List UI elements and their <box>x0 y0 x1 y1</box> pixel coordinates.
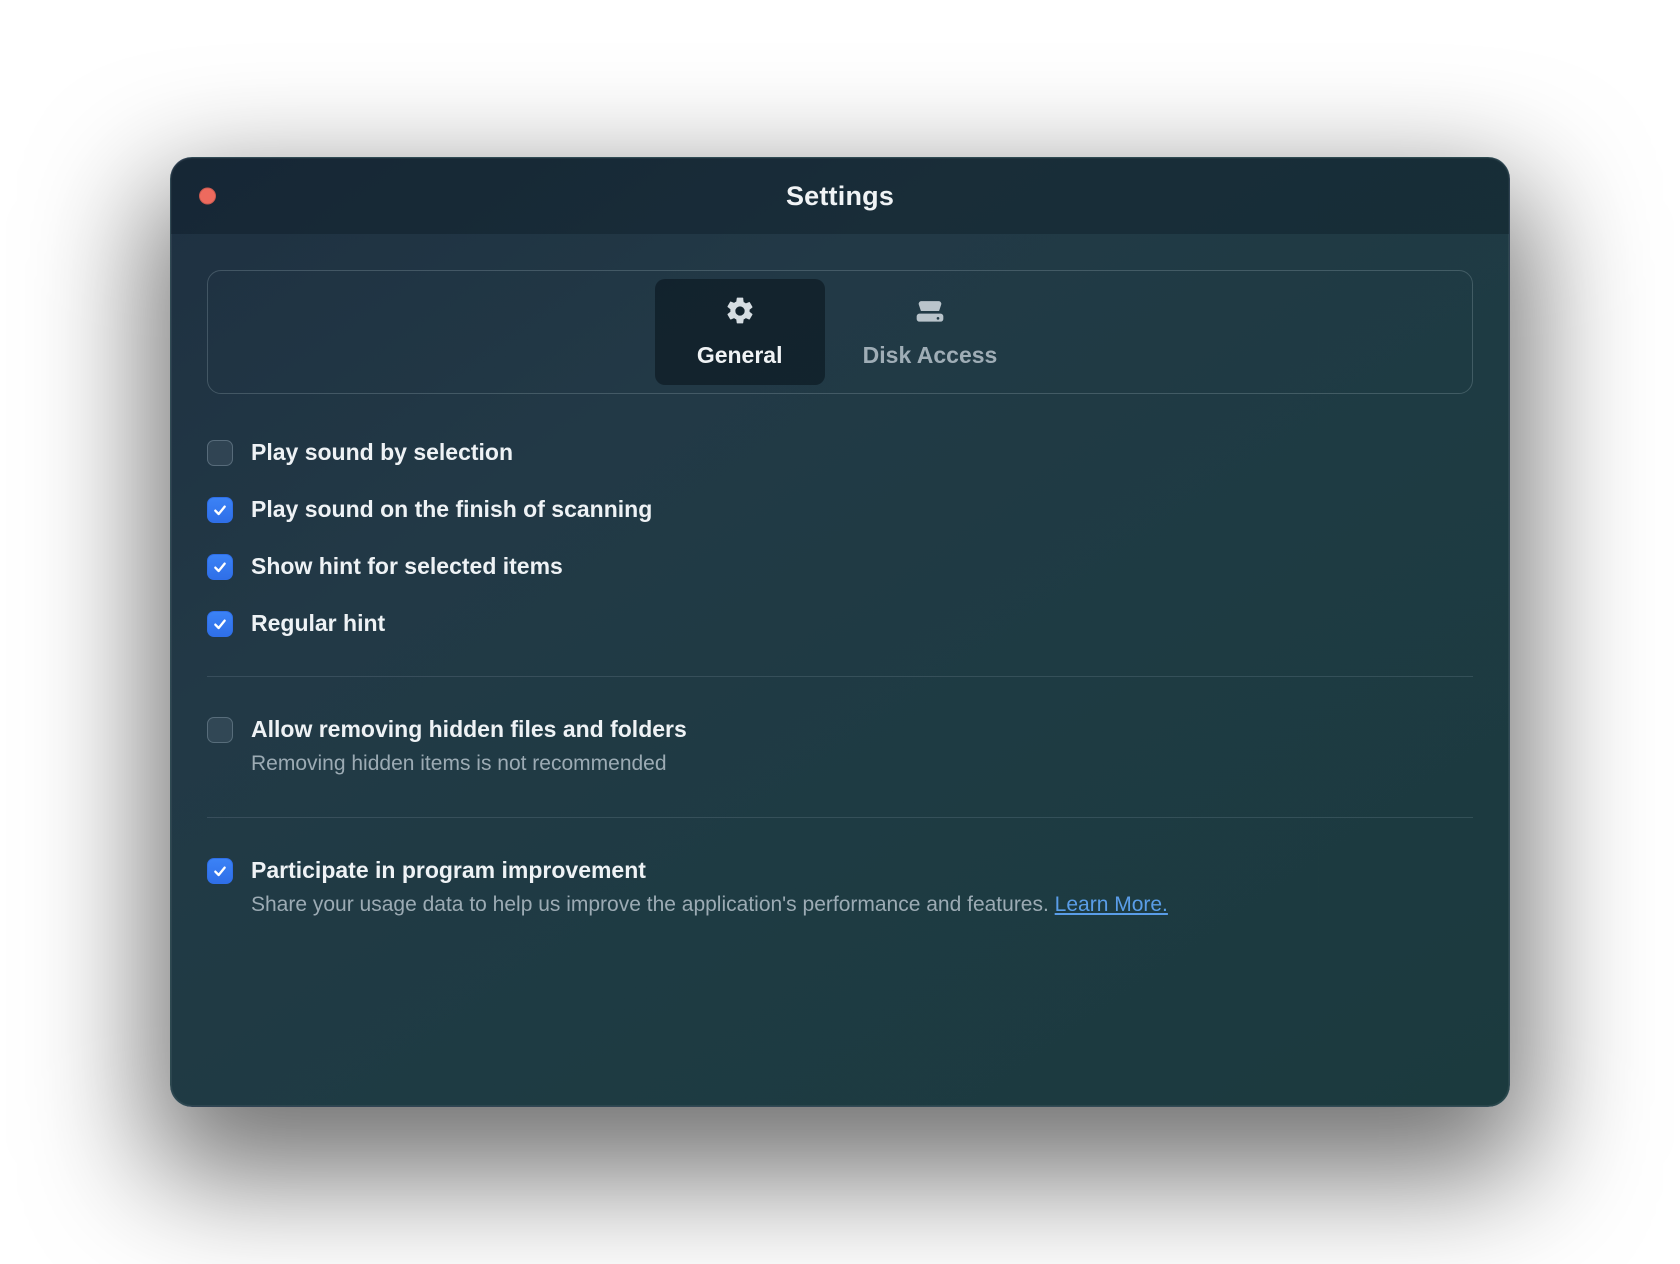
option-program-improvement: Participate in program improvement Share… <box>207 842 1473 934</box>
tab-disk-access[interactable]: Disk Access <box>835 279 1026 385</box>
option-description: Share your usage data to help us improve… <box>251 890 1168 919</box>
checkbox-show-hint-selected[interactable] <box>207 554 233 580</box>
option-description-text: Share your usage data to help us improve… <box>251 893 1055 916</box>
disk-icon <box>914 295 946 332</box>
checkbox-play-sound-selection[interactable] <box>207 440 233 466</box>
titlebar: Settings <box>171 158 1509 234</box>
option-label: Participate in program improvement <box>251 857 1168 884</box>
tab-general[interactable]: General <box>655 279 825 385</box>
learn-more-link[interactable]: Learn More. <box>1055 893 1168 916</box>
divider <box>207 676 1473 677</box>
checkbox-program-improvement[interactable] <box>207 858 233 884</box>
settings-window: Settings General Disk Access <box>170 157 1510 1107</box>
checkbox-allow-remove-hidden[interactable] <box>207 717 233 743</box>
tab-label: Disk Access <box>863 342 998 369</box>
settings-list: Play sound by selection Play sound on th… <box>207 394 1473 935</box>
option-play-sound-finish: Play sound on the finish of scanning <box>207 481 1473 538</box>
gear-icon <box>724 295 756 332</box>
option-label: Play sound on the finish of scanning <box>251 496 652 523</box>
option-allow-remove-hidden: Allow removing hidden files and folders … <box>207 701 1473 793</box>
window-title: Settings <box>786 181 894 212</box>
option-regular-hint: Regular hint <box>207 595 1473 652</box>
option-label: Regular hint <box>251 610 385 637</box>
tab-label: General <box>697 342 783 369</box>
tabbar: General Disk Access <box>207 270 1473 394</box>
checkbox-regular-hint[interactable] <box>207 611 233 637</box>
content-area: General Disk Access Play sound by select… <box>171 234 1509 935</box>
checkbox-play-sound-finish[interactable] <box>207 497 233 523</box>
close-button[interactable] <box>199 188 216 205</box>
option-label: Show hint for selected items <box>251 553 563 580</box>
option-play-sound-selection: Play sound by selection <box>207 424 1473 481</box>
option-label: Allow removing hidden files and folders <box>251 716 687 743</box>
option-show-hint-selected: Show hint for selected items <box>207 538 1473 595</box>
divider <box>207 817 1473 818</box>
option-description: Removing hidden items is not recommended <box>251 749 687 778</box>
option-label: Play sound by selection <box>251 439 513 466</box>
